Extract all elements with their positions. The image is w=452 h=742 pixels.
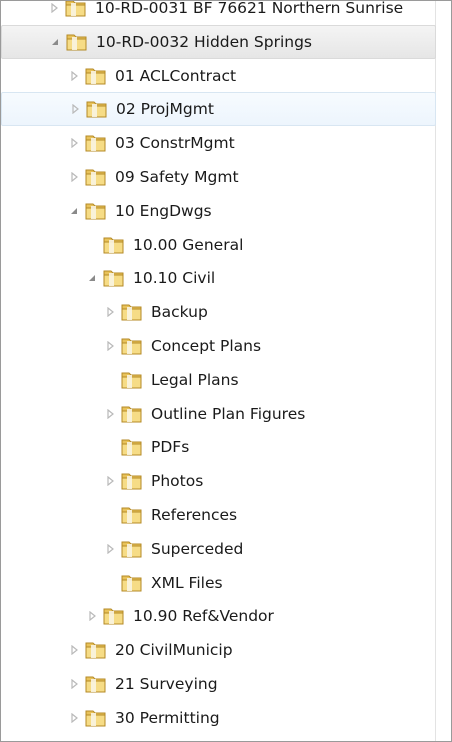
tree-item-10-00-general[interactable]: 10.00 General [1, 228, 436, 262]
tree-item-label: 10 EngDwgs [115, 201, 212, 220]
tree-item-10-90-ref-vendor[interactable]: 10.90 Ref&Vendor [1, 599, 436, 633]
tree-item-03-constrmgmt[interactable]: 03 ConstrMgmt [1, 126, 436, 160]
expand-arrow-icon[interactable] [103, 474, 117, 488]
tree-item-10-10-civil[interactable]: 10.10 Civil [1, 261, 436, 295]
tree-item-label: 20 CivilMunicip [115, 641, 233, 660]
tree-item-label: PDFs [151, 438, 190, 457]
tree-item-label: 30 Permitting [115, 708, 220, 727]
tree-item-label: Photos [151, 472, 204, 491]
tree-item-label: 09 Safety Mgmt [115, 168, 239, 186]
tree-item-label: References [151, 506, 238, 524]
folder-icon [66, 32, 88, 52]
tree-item-label: 03 ConstrMgmt [115, 134, 235, 153]
tree-item-10-engdwgs[interactable]: 10 EngDwgs [1, 194, 436, 228]
tree-item-label: 02 ProjMgmt [116, 100, 214, 119]
folder-icon [121, 302, 143, 322]
collapse-arrow-icon[interactable] [48, 35, 62, 49]
folder-icon [85, 167, 107, 187]
tree-item-label: Concept Plans [151, 337, 262, 355]
tree-item-30-permitting[interactable]: 30 Permitting [1, 701, 436, 735]
expand-arrow-icon[interactable] [67, 170, 81, 184]
tree-item-label: Outline Plan Figures [151, 404, 306, 423]
tree-item-01-aclcontract[interactable]: 01 ACLContract [1, 59, 436, 93]
tree-item-concept-plans[interactable]: Concept Plans [1, 329, 436, 363]
folder-icon [85, 201, 107, 221]
folder-icon [121, 573, 143, 593]
tree-item-label: 01 ACLContract [115, 66, 237, 85]
tree-item-references[interactable]: References [1, 498, 436, 532]
expand-arrow-icon[interactable] [67, 69, 81, 83]
folder-icon [121, 336, 143, 356]
tree-item-21-surveying[interactable]: 21 Surveying [1, 667, 436, 701]
folder-icon [85, 66, 107, 86]
tree-item-label: 10.10 Civil [133, 269, 216, 288]
expand-arrow-icon[interactable] [67, 136, 81, 150]
tree-item-02-projmgmt[interactable]: 02 ProjMgmt [1, 92, 436, 127]
tree-item-09-safety-mgmt[interactable]: 09 Safety Mgmt [1, 160, 436, 194]
folder-icon [103, 268, 125, 288]
tree-item-label: Backup [151, 303, 208, 322]
folder-icon [85, 133, 107, 153]
tree-item-10-rd-0031-bf-76621-northern-sunrise[interactable]: 10-RD-0031 BF 76621 Northern Sunrise [1, 0, 436, 25]
folder-icon [121, 505, 143, 525]
tree-item-10-rd-0032-hidden-springs[interactable]: 10-RD-0032 Hidden Springs [1, 24, 436, 59]
expand-arrow-icon[interactable] [103, 305, 117, 319]
scrollbar-track[interactable] [435, 1, 451, 741]
folder-icon [85, 708, 107, 728]
tree-item-superceded[interactable]: Superceded [1, 532, 436, 566]
expand-arrow-icon[interactable] [47, 1, 61, 15]
tree-item-label: 10-RD-0032 Hidden Springs [96, 32, 313, 51]
folder-icon [103, 606, 125, 626]
tree-item-legal-plans[interactable]: Legal Plans [1, 363, 436, 397]
tree-item-xml-files[interactable]: XML Files [1, 566, 436, 600]
tree-item-label: 10-RD-0031 BF 76621 Northern Sunrise [95, 0, 404, 17]
folder-icon [121, 404, 143, 424]
tree-item-label: Superceded [151, 539, 244, 558]
tree-item-20-civilmunicip[interactable]: 20 CivilMunicip [1, 633, 436, 667]
tree-item-label: 21 Surveying [115, 675, 218, 693]
collapse-arrow-icon[interactable] [67, 204, 81, 218]
expand-arrow-icon[interactable] [67, 677, 81, 691]
folder-icon [121, 437, 143, 457]
folder-icon [86, 99, 108, 119]
folder-tree-pane: 10-RD-0031 BF 76621 Northern Sunrise 10-R… [0, 0, 452, 742]
folder-icon [85, 674, 107, 694]
tree-item-label: XML Files [151, 573, 223, 592]
expand-arrow-icon[interactable] [68, 102, 82, 116]
expand-arrow-icon[interactable] [103, 407, 117, 421]
expand-arrow-icon[interactable] [103, 339, 117, 353]
folder-icon [65, 1, 87, 18]
folder-icon [85, 640, 107, 660]
tree-item-outline-plan-figures[interactable]: Outline Plan Figures [1, 397, 436, 431]
tree-item-label: 10.90 Ref&Vendor [133, 607, 274, 626]
tree-item-label: 10.00 General [133, 235, 244, 254]
expand-arrow-icon[interactable] [85, 609, 99, 623]
folder-icon [121, 370, 143, 390]
folder-icon [121, 539, 143, 559]
tree-item-label: Legal Plans [151, 370, 239, 389]
tree-item-photos[interactable]: Photos [1, 464, 436, 498]
folder-icon [103, 235, 125, 255]
expand-arrow-icon[interactable] [103, 542, 117, 556]
folder-icon [121, 471, 143, 491]
tree-item-backup[interactable]: Backup [1, 295, 436, 329]
expand-arrow-icon[interactable] [67, 711, 81, 725]
tree-item-pdfs[interactable]: PDFs [1, 430, 436, 464]
expand-arrow-icon[interactable] [67, 643, 81, 657]
collapse-arrow-icon[interactable] [85, 271, 99, 285]
